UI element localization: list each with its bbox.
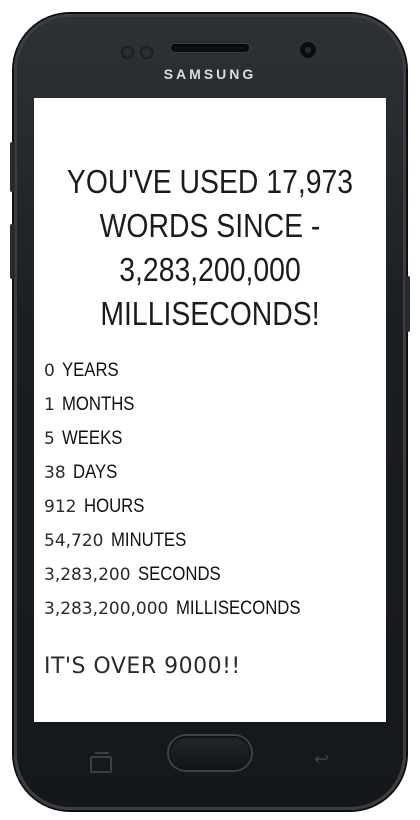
stat-value: 38 xyxy=(44,463,66,483)
stat-row-weeks: 5 WEEKS xyxy=(44,422,384,456)
stat-row-years: 0 YEARS xyxy=(44,354,384,388)
screen: YOU'VE USED 17,973 WORDS SINCE - 3,283,2… xyxy=(34,98,386,722)
stat-row-minutes: 54,720 MINUTES xyxy=(44,524,384,558)
phone-frame: SAMSUNG YOU'VE USED 17,973 WORDS SINCE -… xyxy=(10,14,410,810)
stat-value: 0 xyxy=(44,361,55,381)
stat-row-hours: 912 HOURS xyxy=(44,490,384,524)
stat-unit: MILLISECONDS xyxy=(175,598,301,619)
stat-value: 1 xyxy=(44,395,55,415)
stat-row-months: 1 MONTHS xyxy=(44,388,384,422)
stat-value: 3,283,200 xyxy=(44,565,131,585)
stat-unit: MONTHS xyxy=(62,394,135,415)
stat-unit: YEARS xyxy=(62,360,119,381)
stat-value: 912 xyxy=(44,497,77,517)
stat-unit: DAYS xyxy=(72,462,118,483)
stat-value: 5 xyxy=(44,429,55,449)
stat-value: 3,283,200,000 xyxy=(44,599,169,619)
brand-logo: SAMSUNG xyxy=(163,66,257,82)
over-9000-text: IT'S OVER 9000!! xyxy=(44,654,241,679)
stat-row-milliseconds: 3,283,200,000 MILLISECONDS xyxy=(44,592,384,626)
stat-unit: MINUTES xyxy=(110,530,187,551)
stat-unit: WEEKS xyxy=(62,428,123,449)
home-button[interactable] xyxy=(169,736,251,770)
proximity-sensor-icon xyxy=(121,46,134,59)
stats-list: 0 YEARS 1 MONTHS 5 WEEKS 38 DAYS 912 HOU… xyxy=(44,354,384,626)
power-button[interactable] xyxy=(405,276,410,332)
stat-row-days: 38 DAYS xyxy=(44,456,384,490)
stat-unit: HOURS xyxy=(83,496,145,517)
earpiece-speaker xyxy=(171,44,249,52)
stat-row-seconds: 3,283,200 SECONDS xyxy=(44,558,384,592)
volume-down-button[interactable] xyxy=(10,224,15,279)
back-icon[interactable]: ↩ xyxy=(314,751,336,769)
page-title: YOU'VE USED 17,973 WORDS SINCE - 3,283,2… xyxy=(66,163,354,332)
volume-up-button[interactable] xyxy=(10,142,15,192)
light-sensor-icon xyxy=(140,46,153,59)
stat-unit: SECONDS xyxy=(137,564,221,585)
front-camera-icon xyxy=(300,42,316,58)
stat-value: 54,720 xyxy=(44,531,104,551)
recent-apps-icon[interactable] xyxy=(90,752,112,773)
